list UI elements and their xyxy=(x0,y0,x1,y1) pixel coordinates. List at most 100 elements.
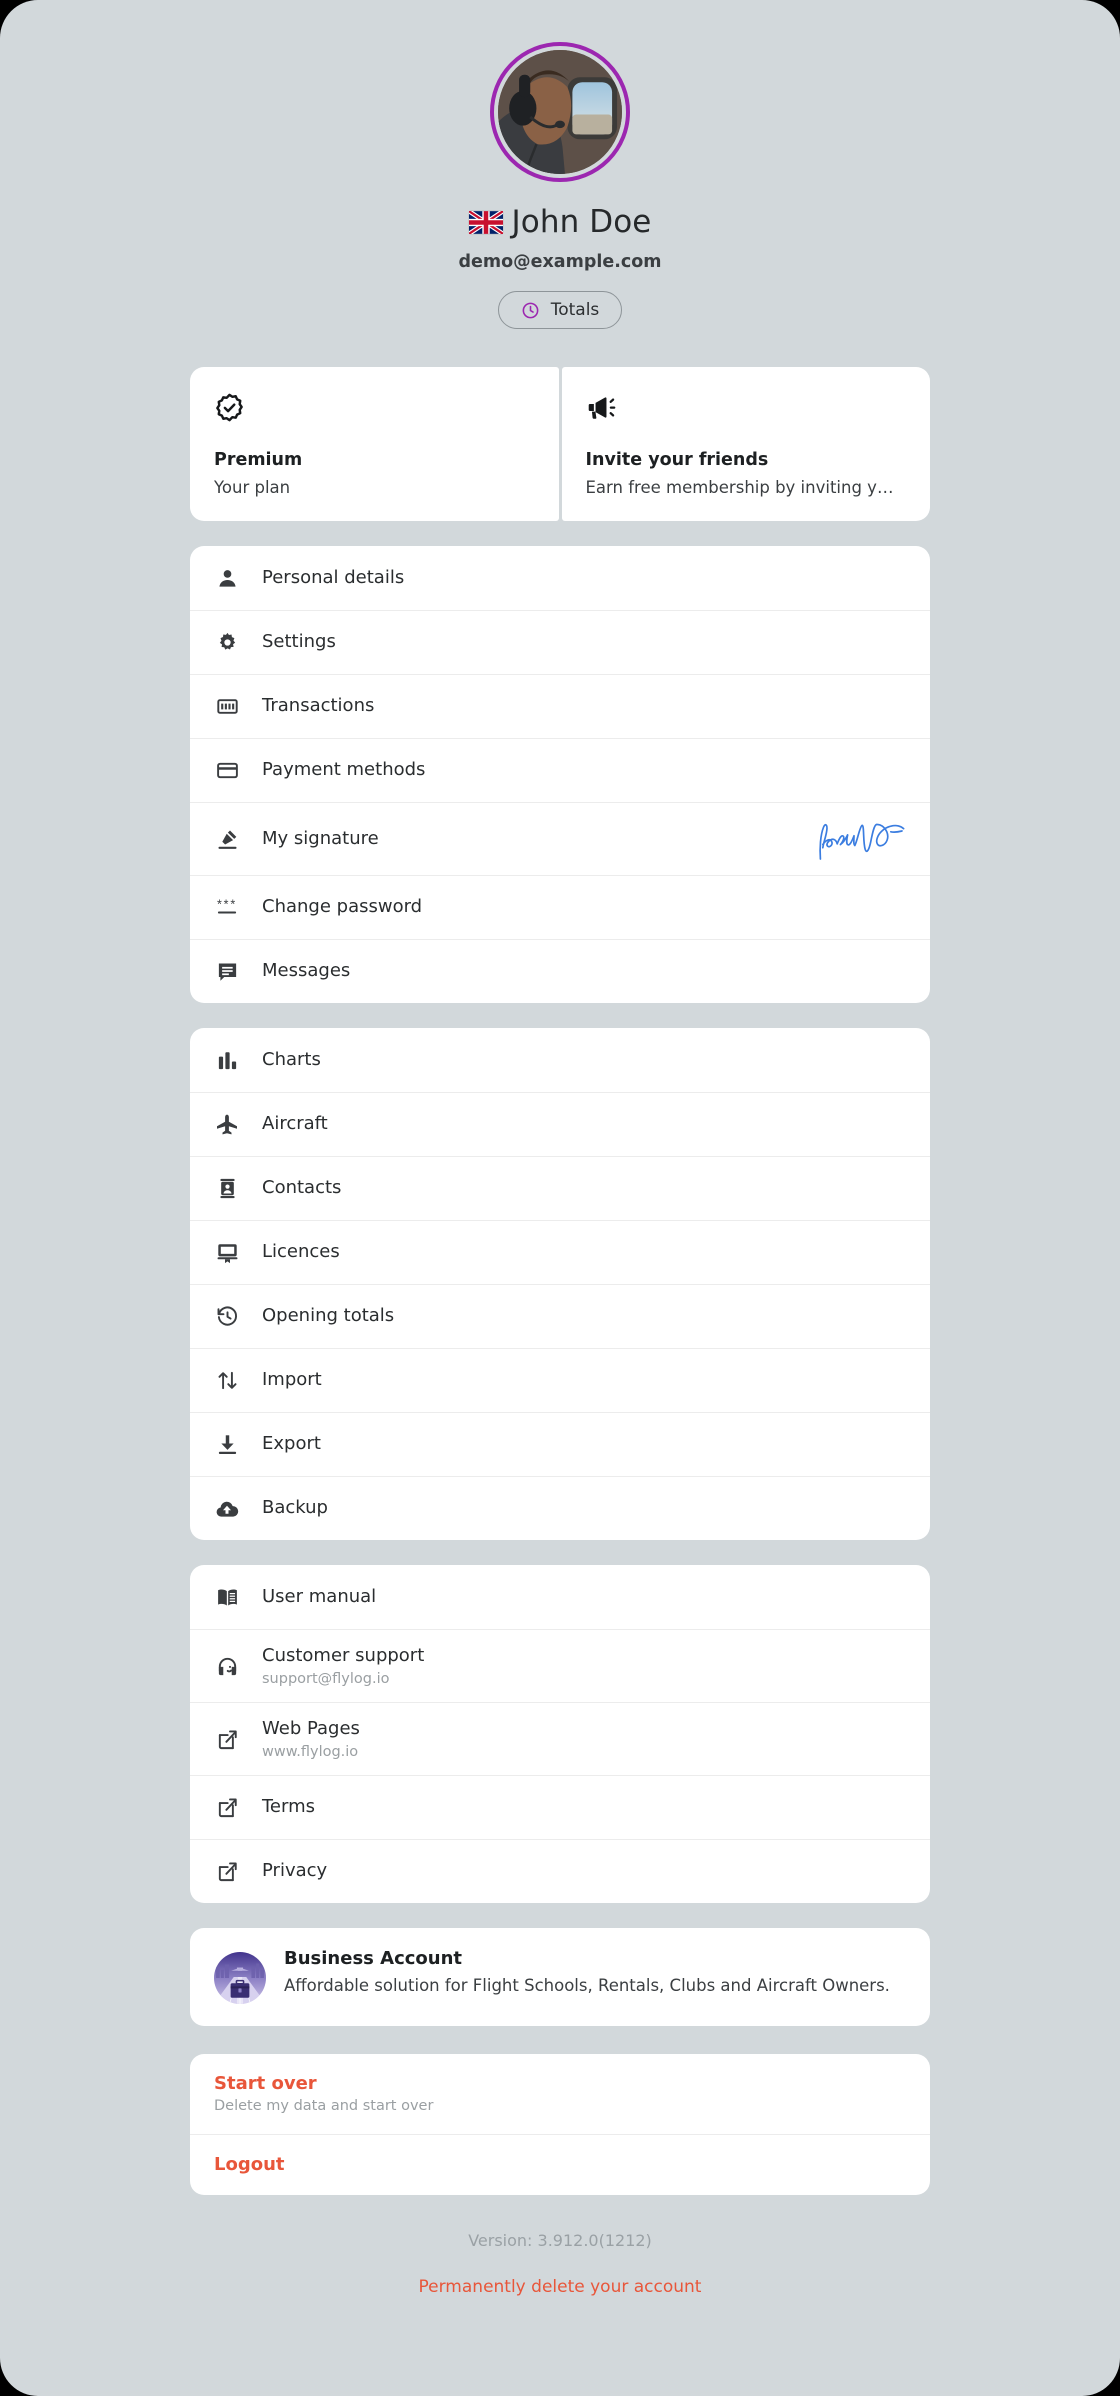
menu-label: Licences xyxy=(262,1241,340,1263)
menu-sublabel: support@flylog.io xyxy=(262,1670,390,1687)
menu-label: Export xyxy=(262,1433,321,1455)
menu-item-charts[interactable]: Charts xyxy=(190,1028,930,1092)
svg-text:*: * xyxy=(223,897,228,911)
menu-label: Import xyxy=(262,1369,322,1391)
download-icon xyxy=(214,1432,240,1458)
logout-label: Logout xyxy=(214,2154,285,2175)
menu-item-transactions[interactable]: Transactions xyxy=(190,674,930,738)
menu-item-change-password[interactable]: * * * Change password xyxy=(190,875,930,939)
page-title: John Doe xyxy=(511,204,652,240)
menu-item-licences[interactable]: Licences xyxy=(190,1220,930,1284)
app-version: Version: 3.912.0(1212) xyxy=(468,2231,652,2250)
help-group: User manual Customer support support@fly… xyxy=(190,1565,930,1903)
headset-icon xyxy=(214,1653,240,1679)
logbook-group: Charts Aircraft Contacts Licences Openin… xyxy=(190,1028,930,1540)
menu-item-opening-totals[interactable]: Opening totals xyxy=(190,1284,930,1348)
signature-pen-icon xyxy=(214,826,240,852)
licence-icon xyxy=(214,1240,240,1266)
menu-item-backup[interactable]: Backup xyxy=(190,1476,930,1540)
premium-plan-card[interactable]: Premium Your plan xyxy=(190,367,559,521)
menu-item-settings[interactable]: Settings xyxy=(190,610,930,674)
person-icon xyxy=(214,565,240,591)
gear-icon xyxy=(214,630,240,656)
menu-item-messages[interactable]: Messages xyxy=(190,939,930,1003)
menu-label: Customer support xyxy=(262,1645,425,1667)
menu-item-aircraft[interactable]: Aircraft xyxy=(190,1092,930,1156)
history-clock-icon xyxy=(214,1304,240,1330)
contact-card-icon xyxy=(214,1176,240,1202)
menu-label: Privacy xyxy=(262,1860,328,1882)
menu-label: My signature xyxy=(262,827,379,849)
menu-item-personal-details[interactable]: Personal details xyxy=(190,546,930,610)
clock-icon xyxy=(521,301,540,320)
menu-item-my-signature[interactable]: My signature xyxy=(190,802,930,875)
pilot-avatar-icon xyxy=(498,50,622,174)
menu-item-user-manual[interactable]: User manual xyxy=(190,1565,930,1629)
app-window: John Doe demo@example.com Totals Premium… xyxy=(0,0,1120,2396)
menu-label: Backup xyxy=(262,1497,328,1519)
premium-title: Premium xyxy=(214,450,303,470)
business-account-card[interactable]: Business Account Affordable solution for… xyxy=(190,1928,930,2026)
menu-item-customer-support[interactable]: Customer support support@flylog.io xyxy=(190,1629,930,1702)
menu-sublabel: www.flylog.io xyxy=(262,1743,359,1760)
menu-item-contacts[interactable]: Contacts xyxy=(190,1156,930,1220)
menu-item-terms[interactable]: Terms xyxy=(190,1775,930,1839)
start-over-label: Start over xyxy=(214,2073,317,2094)
delete-account-link[interactable]: Permanently delete your account xyxy=(190,2277,930,2297)
danger-group: Start over Delete my data and start over… xyxy=(190,2054,930,2195)
menu-item-privacy[interactable]: Privacy xyxy=(190,1839,930,1903)
menu-item-payment-methods[interactable]: Payment methods xyxy=(190,738,930,802)
verified-badge-icon xyxy=(214,392,535,426)
menu-item-web-pages[interactable]: Web Pages www.flylog.io xyxy=(190,1702,930,1775)
logout-button[interactable]: Logout xyxy=(190,2134,930,2195)
avatar[interactable] xyxy=(490,42,630,182)
settings-scroll-view[interactable]: John Doe demo@example.com Totals Premium… xyxy=(0,0,1120,2396)
menu-label: Terms xyxy=(262,1796,316,1818)
menu-label: Opening totals xyxy=(262,1305,395,1327)
menu-label: Contacts xyxy=(262,1177,342,1199)
menu-item-import[interactable]: Import xyxy=(190,1348,930,1412)
banknote-icon xyxy=(214,694,240,720)
totals-button[interactable]: Totals xyxy=(497,291,623,329)
menu-label: Change password xyxy=(262,896,423,918)
menu-label: Payment methods xyxy=(262,759,426,781)
menu-label: Transactions xyxy=(262,695,375,717)
book-icon xyxy=(214,1584,240,1610)
invite-subtitle: Earn free membership by inviting y… xyxy=(585,478,894,497)
external-link-icon xyxy=(214,1795,240,1821)
chat-icon xyxy=(214,959,240,985)
profile-name-row: John Doe xyxy=(0,204,1120,240)
menu-label: Settings xyxy=(262,631,336,653)
profile-header: John Doe demo@example.com Totals xyxy=(0,0,1120,329)
premium-subtitle: Your plan xyxy=(214,478,291,497)
menu-label: User manual xyxy=(262,1585,377,1607)
external-link-icon xyxy=(214,1726,240,1752)
import-arrows-icon xyxy=(214,1368,240,1394)
business-title: Business Account xyxy=(284,1948,463,1969)
menu-label: Messages xyxy=(262,960,351,982)
start-over-sublabel: Delete my data and start over xyxy=(214,2098,434,2114)
stat-card-row: Premium Your plan Invite your friends Ea… xyxy=(190,367,930,521)
invite-title: Invite your friends xyxy=(585,450,769,470)
profile-email: demo@example.com xyxy=(458,252,662,272)
menu-label: Charts xyxy=(262,1048,321,1070)
account-group: Personal details Settings Transactions P… xyxy=(190,546,930,1003)
megaphone-icon xyxy=(586,392,907,426)
menu-label: Web Pages xyxy=(262,1718,360,1740)
bar-chart-icon xyxy=(214,1047,240,1073)
svg-text:*: * xyxy=(230,897,235,911)
totals-label: Totals xyxy=(550,300,600,320)
menu-item-export[interactable]: Export xyxy=(190,1412,930,1476)
external-link-icon xyxy=(214,1859,240,1885)
airplane-icon xyxy=(214,1112,240,1138)
briefcase-runway-icon xyxy=(214,1952,266,2004)
uk-flag-icon xyxy=(468,210,503,234)
invite-friends-card[interactable]: Invite your friends Earn free membership… xyxy=(561,367,930,521)
cloud-upload-icon xyxy=(214,1496,240,1522)
credit-card-icon xyxy=(214,758,240,784)
business-subtitle: Affordable solution for Flight Schools, … xyxy=(284,1976,890,1995)
svg-text:*: * xyxy=(216,897,221,911)
menu-label: Aircraft xyxy=(262,1113,328,1135)
start-over-button[interactable]: Start over Delete my data and start over xyxy=(190,2054,930,2134)
signature-preview[interactable] xyxy=(810,817,906,861)
